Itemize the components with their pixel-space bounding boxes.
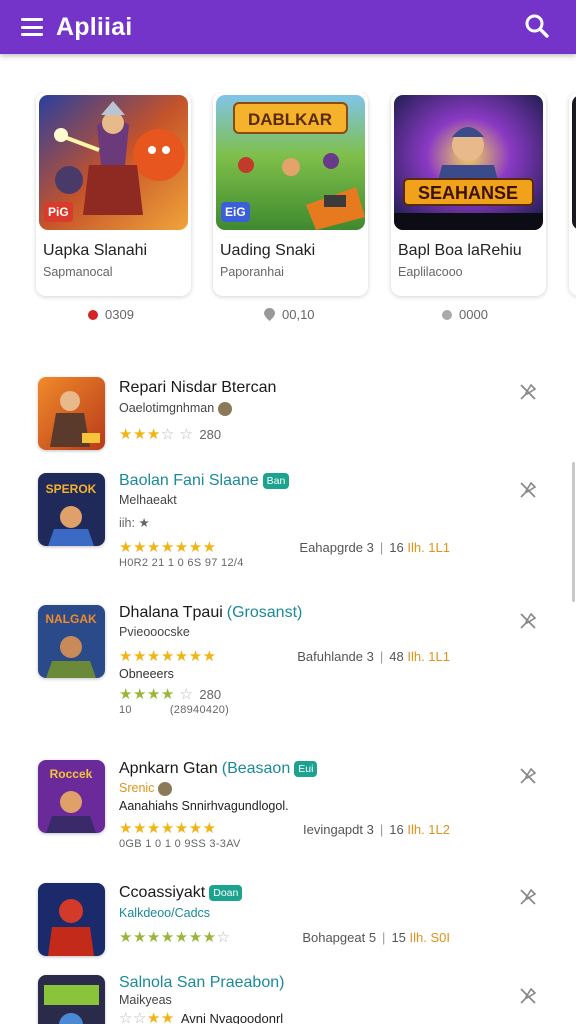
app-developer: Oaelotimgnhman: [119, 401, 232, 416]
star-rating: ★★★★★★★: [119, 820, 217, 837]
featured-badge: PiG: [44, 202, 73, 222]
star-rating: ★★★★★★★: [119, 539, 217, 556]
app-thumbnail: [38, 883, 105, 956]
star-rating: ☆☆★★ Avni Nvagoodonrl: [119, 1010, 284, 1024]
status-badge: Doan: [209, 885, 243, 901]
star-rating: ★★★★★★★☆: [119, 929, 231, 946]
featured-title: Uapka Slanahi: [43, 242, 148, 259]
banner-art-text: SEAHANSE: [418, 183, 518, 203]
featured-stat: 0000: [442, 307, 488, 322]
featured-title: Bapl Boa laRehiu: [398, 242, 522, 259]
app-stats: Ievingapdt 3 | 16 Ilh. 1L2: [303, 822, 450, 837]
app-title: Apliiai: [56, 12, 133, 41]
featured-subtitle: Sapmanocal: [43, 265, 113, 279]
app-thumbnail: [38, 975, 105, 1024]
app-bar: Apliiai: [0, 0, 576, 54]
app-stats: Eahapgrde 3 | 16 Ilh. 1L1: [299, 540, 450, 555]
search-icon[interactable]: [524, 13, 550, 39]
app-title: Baolan Fani Slaane Ban: [119, 472, 290, 490]
app-title: Ccoassiyakt Doan: [119, 884, 243, 902]
unpin-icon[interactable]: [518, 611, 538, 631]
star-rating: ★★★☆ ☆ 280: [119, 426, 222, 443]
app-stats: Bafuhlande 3 | 48 Ilh. 1L1: [297, 649, 450, 664]
thumb-text: SPEROK: [46, 482, 97, 496]
featured-stat: 0309: [88, 307, 134, 322]
featured-card[interactable]: SEAHANSE Bapl Boa laRehiu Eaplilacooo: [391, 92, 546, 296]
featured-carousel[interactable]: PiG Uapka Slanahi Sapmanocal DABLKAR EiG: [0, 92, 576, 332]
avatar: [157, 781, 172, 796]
unpin-icon[interactable]: [518, 986, 538, 1006]
status-badge: Ban: [262, 473, 290, 489]
thumb-text: Roccek: [50, 767, 93, 781]
app-developer: Pvieooocske: [119, 625, 190, 639]
featured-stat: 00,10: [264, 307, 315, 322]
app-developer: Srenic: [119, 781, 172, 796]
featured-card-art: DABLKAR EiG: [216, 95, 365, 230]
app-thumbnail: SPEROK: [38, 473, 105, 546]
unpin-icon[interactable]: [518, 887, 538, 907]
featured-stat-value: 00,10: [282, 307, 315, 322]
app-category: Obneeers: [119, 667, 174, 681]
unpin-icon[interactable]: [518, 480, 538, 500]
star-rating-secondary: ★★★★ ☆ 280: [119, 686, 222, 703]
featured-card-art: SEAHANSE: [394, 95, 543, 230]
featured-stat-value: 0309: [105, 307, 134, 322]
status-dot: [442, 309, 452, 320]
avatar: [217, 401, 232, 416]
app-meta-small: 10 (28940420): [119, 704, 230, 716]
app-title: Salnola San Praeabon): [119, 974, 285, 991]
app-developer: Maikyeas: [119, 993, 172, 1007]
app-category: iih: ★: [119, 516, 150, 530]
featured-card[interactable]: DABLKAR EiG Uading Snaki Paporanhai: [213, 92, 368, 296]
list-item[interactable]: Salnola San Praeabon) Maikyeas ☆☆★★ Avni …: [0, 972, 576, 1024]
app-title: Repari Nisdar Btercan: [119, 379, 277, 396]
featured-subtitle: Paporanhai: [220, 265, 284, 279]
app-description: Aanahiahs Snnirhvagundlogol.: [119, 799, 289, 813]
app-developer: Melhaeakt: [119, 493, 177, 507]
app-thumbnail: NALGAK: [38, 605, 105, 678]
featured-card[interactable]: [569, 92, 576, 296]
banner-art-text: DABLKAR: [248, 110, 332, 129]
app-meta-small: H0R2 21 1 0 6S 97 12/4: [119, 557, 244, 569]
featured-subtitle: Eaplilacooo: [398, 265, 463, 279]
featured-card-art: PiG: [39, 95, 188, 230]
featured-badge: EiG: [221, 202, 250, 222]
featured-card[interactable]: PiG Uapka Slanahi Sapmanocal: [36, 92, 191, 296]
app-meta-small: 0GB 1 0 1 0 9SS 3-3AV: [119, 838, 241, 850]
list-item[interactable]: SPEROK Baolan Fani Slaane Ban Melhaeakt i…: [0, 468, 576, 573]
list-item[interactable]: Repari Nisdar Btercan Oaelotimgnhman ★★★…: [0, 374, 576, 454]
app-title: Dhalana Tpaui (Grosanst): [119, 604, 303, 621]
featured-title: Uading Snaki: [220, 242, 316, 259]
list-item[interactable]: Roccek Apnkarn Gtan (Beasaon Eui Srenic A…: [0, 756, 576, 856]
app-thumbnail: [38, 377, 105, 450]
pin-icon: [264, 308, 275, 321]
menu-icon[interactable]: [21, 18, 43, 36]
app-thumbnail: Roccek: [38, 760, 105, 833]
list-item[interactable]: Ccoassiyakt Doan Kalkdeoo/Cadcs ★★★★★★★☆ …: [0, 880, 576, 960]
unpin-icon[interactable]: [518, 766, 538, 786]
list-item[interactable]: NALGAK Dhalana Tpaui (Grosanst) Pvieoooc…: [0, 600, 576, 720]
app-title: Apnkarn Gtan (Beasaon Eui: [119, 760, 318, 778]
status-dot: [88, 309, 98, 320]
app-stats: Bohapgeat 5 | 15 Ilh. S0I: [302, 930, 450, 945]
featured-stat-value: 0000: [459, 307, 488, 322]
featured-card-art: [572, 95, 576, 230]
status-badge: Eui: [294, 761, 318, 777]
unpin-icon[interactable]: [518, 382, 538, 402]
thumb-text: NALGAK: [45, 612, 97, 626]
app-developer: Kalkdeoo/Cadcs: [119, 906, 211, 920]
star-rating: ★★★★★★★: [119, 648, 217, 665]
